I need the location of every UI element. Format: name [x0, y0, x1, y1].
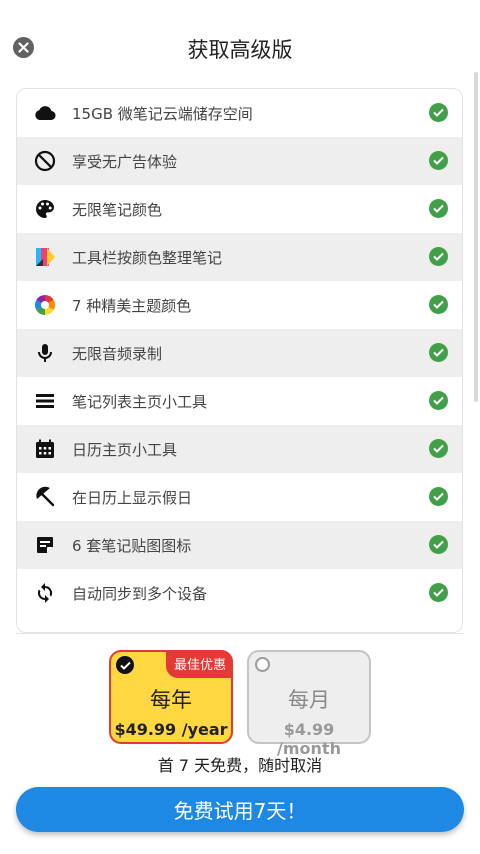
best-offer-badge: 最佳优惠	[165, 650, 233, 678]
plan-name: 每月	[288, 688, 330, 712]
feature-label: 7 种精美主题颜色	[72, 296, 192, 315]
feature-label: 无限音频录制	[72, 344, 163, 363]
plan-price: $49.99 /year	[114, 720, 228, 739]
calendar-icon	[33, 437, 57, 461]
feature-row-note-colors: 无限笔记颜色	[17, 185, 462, 233]
palette-icon	[33, 197, 57, 221]
feature-label: 享受无广告体验	[72, 152, 178, 171]
top-bar: 获取高级版	[0, 0, 480, 90]
feature-label: 自动同步到多个设备	[72, 584, 208, 603]
divider	[16, 633, 464, 634]
free-trial-button[interactable]: 免费试用7天！	[16, 787, 464, 832]
feature-list[interactable]: 15GB 微笔记云端储存空间 享受无广告体验 无限笔记颜色 工具栏按颜色整理笔记	[16, 88, 463, 633]
cloud-icon	[33, 101, 57, 125]
feature-row-stickers: 6 套笔记贴图图标	[17, 521, 462, 569]
feature-row-audio: 无限音频录制	[17, 329, 462, 377]
feature-row-toolbar-colors: 工具栏按颜色整理笔记	[17, 233, 462, 281]
check-icon	[429, 343, 448, 362]
plan-name: 每年	[150, 688, 192, 712]
toolbar-color-icon	[33, 245, 57, 269]
feature-label: 在日历上显示假日	[72, 488, 193, 507]
microphone-icon	[33, 341, 57, 365]
page-title: 获取高级版	[187, 38, 293, 62]
sticker-icon	[33, 533, 57, 557]
monthly-plan-option[interactable]: 每月 $4.99 /month	[247, 650, 371, 758]
check-icon	[429, 199, 448, 218]
feature-label: 6 套笔记贴图图标	[72, 536, 192, 555]
yearly-plan-option[interactable]: 最佳优惠 每年 $49.99 /year	[109, 650, 233, 744]
feature-label: 15GB 微笔记云端储存空间	[72, 104, 253, 123]
feature-row-themes: 7 种精美主题颜色	[17, 281, 462, 329]
no-ads-icon	[33, 149, 57, 173]
feature-label: 工具栏按颜色整理笔记	[72, 248, 223, 267]
check-icon	[429, 583, 448, 602]
check-icon	[429, 151, 448, 170]
feature-row-no-ads: 享受无广告体验	[17, 137, 462, 185]
feature-row-cloud-storage: 15GB 微笔记云端储存空间	[17, 89, 462, 137]
feature-row-sync: 自动同步到多个设备	[17, 569, 462, 617]
color-wheel-icon	[33, 293, 57, 317]
check-icon	[429, 103, 448, 122]
list-icon	[33, 389, 57, 413]
scrollbar[interactable]	[474, 72, 478, 402]
trial-note: 首 7 天免费，随时取消	[157, 756, 323, 775]
check-icon	[429, 535, 448, 554]
check-icon	[429, 487, 448, 506]
radio-icon	[255, 657, 270, 672]
check-icon	[429, 439, 448, 458]
feature-label: 日历主页小工具	[72, 440, 178, 459]
beach-umbrella-icon	[33, 485, 57, 509]
feature-row-list-widget: 笔记列表主页小工具	[17, 377, 462, 425]
feature-label: 笔记列表主页小工具	[72, 392, 208, 411]
feature-row-calendar-widget: 日历主页小工具	[17, 425, 462, 473]
feature-label: 无限笔记颜色	[72, 200, 163, 219]
check-icon	[429, 247, 448, 266]
feature-row-holidays: 在日历上显示假日	[17, 473, 462, 521]
selected-check-icon	[116, 656, 134, 674]
check-icon	[429, 391, 448, 410]
check-icon	[429, 295, 448, 314]
sync-icon	[33, 581, 57, 605]
